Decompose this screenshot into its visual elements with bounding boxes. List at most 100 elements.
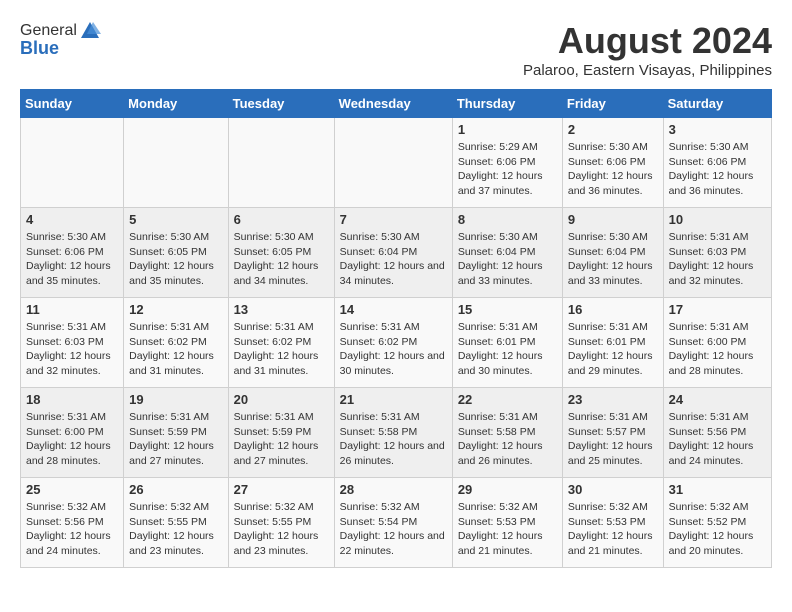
day-of-week-header: Wednesday xyxy=(334,90,452,118)
day-of-week-header: Tuesday xyxy=(228,90,334,118)
calendar-day-cell: 18 Sunrise: 5:31 AMSunset: 6:00 PMDaylig… xyxy=(21,388,124,478)
calendar-day-cell: 7 Sunrise: 5:30 AMSunset: 6:04 PMDayligh… xyxy=(334,208,452,298)
day-of-week-header: Thursday xyxy=(452,90,562,118)
day-info: Sunrise: 5:30 AMSunset: 6:04 PMDaylight:… xyxy=(568,230,658,289)
calendar-day-cell: 31 Sunrise: 5:32 AMSunset: 5:52 PMDaylig… xyxy=(663,478,771,568)
day-info: Sunrise: 5:30 AMSunset: 6:04 PMDaylight:… xyxy=(340,230,447,289)
calendar-day-cell: 22 Sunrise: 5:31 AMSunset: 5:58 PMDaylig… xyxy=(452,388,562,478)
day-number: 21 xyxy=(340,392,447,407)
calendar-table: SundayMondayTuesdayWednesdayThursdayFrid… xyxy=(20,89,772,568)
calendar-day-cell: 9 Sunrise: 5:30 AMSunset: 6:04 PMDayligh… xyxy=(562,208,663,298)
day-info: Sunrise: 5:31 AMSunset: 5:58 PMDaylight:… xyxy=(340,410,447,469)
day-info: Sunrise: 5:30 AMSunset: 6:05 PMDaylight:… xyxy=(234,230,329,289)
calendar-day-cell xyxy=(124,118,228,208)
day-number: 23 xyxy=(568,392,658,407)
day-number: 7 xyxy=(340,212,447,227)
calendar-day-cell: 27 Sunrise: 5:32 AMSunset: 5:55 PMDaylig… xyxy=(228,478,334,568)
calendar-week-row: 18 Sunrise: 5:31 AMSunset: 6:00 PMDaylig… xyxy=(21,388,772,478)
day-number: 11 xyxy=(26,302,118,317)
day-number: 5 xyxy=(129,212,222,227)
day-of-week-header: Sunday xyxy=(21,90,124,118)
logo: General Blue xyxy=(20,20,101,59)
day-number: 9 xyxy=(568,212,658,227)
calendar-day-cell: 20 Sunrise: 5:31 AMSunset: 5:59 PMDaylig… xyxy=(228,388,334,478)
day-info: Sunrise: 5:31 AMSunset: 6:00 PMDaylight:… xyxy=(669,320,766,379)
day-number: 10 xyxy=(669,212,766,227)
day-info: Sunrise: 5:31 AMSunset: 6:02 PMDaylight:… xyxy=(129,320,222,379)
title-area: August 2024 Palaroo, Eastern Visayas, Ph… xyxy=(523,20,772,79)
calendar-day-cell: 4 Sunrise: 5:30 AMSunset: 6:06 PMDayligh… xyxy=(21,208,124,298)
day-number: 3 xyxy=(669,122,766,137)
calendar-day-cell: 1 Sunrise: 5:29 AMSunset: 6:06 PMDayligh… xyxy=(452,118,562,208)
calendar-week-row: 25 Sunrise: 5:32 AMSunset: 5:56 PMDaylig… xyxy=(21,478,772,568)
day-of-week-header: Friday xyxy=(562,90,663,118)
day-number: 25 xyxy=(26,482,118,497)
day-number: 12 xyxy=(129,302,222,317)
calendar-day-cell: 21 Sunrise: 5:31 AMSunset: 5:58 PMDaylig… xyxy=(334,388,452,478)
day-number: 20 xyxy=(234,392,329,407)
day-number: 26 xyxy=(129,482,222,497)
day-info: Sunrise: 5:31 AMSunset: 5:58 PMDaylight:… xyxy=(458,410,557,469)
day-number: 6 xyxy=(234,212,329,227)
day-info: Sunrise: 5:31 AMSunset: 6:00 PMDaylight:… xyxy=(26,410,118,469)
calendar-week-row: 11 Sunrise: 5:31 AMSunset: 6:03 PMDaylig… xyxy=(21,298,772,388)
calendar-day-cell: 2 Sunrise: 5:30 AMSunset: 6:06 PMDayligh… xyxy=(562,118,663,208)
calendar-header-row: SundayMondayTuesdayWednesdayThursdayFrid… xyxy=(21,90,772,118)
day-info: Sunrise: 5:30 AMSunset: 6:06 PMDaylight:… xyxy=(669,140,766,199)
day-info: Sunrise: 5:31 AMSunset: 6:02 PMDaylight:… xyxy=(340,320,447,379)
calendar-day-cell xyxy=(21,118,124,208)
calendar-day-cell: 3 Sunrise: 5:30 AMSunset: 6:06 PMDayligh… xyxy=(663,118,771,208)
day-number: 31 xyxy=(669,482,766,497)
calendar-day-cell: 30 Sunrise: 5:32 AMSunset: 5:53 PMDaylig… xyxy=(562,478,663,568)
day-info: Sunrise: 5:32 AMSunset: 5:53 PMDaylight:… xyxy=(458,500,557,559)
calendar-day-cell: 16 Sunrise: 5:31 AMSunset: 6:01 PMDaylig… xyxy=(562,298,663,388)
day-of-week-header: Saturday xyxy=(663,90,771,118)
header: General Blue August 2024 Palaroo, Easter… xyxy=(20,20,772,79)
day-of-week-header: Monday xyxy=(124,90,228,118)
day-info: Sunrise: 5:30 AMSunset: 6:06 PMDaylight:… xyxy=(26,230,118,289)
day-number: 19 xyxy=(129,392,222,407)
day-info: Sunrise: 5:31 AMSunset: 5:57 PMDaylight:… xyxy=(568,410,658,469)
calendar-day-cell: 26 Sunrise: 5:32 AMSunset: 5:55 PMDaylig… xyxy=(124,478,228,568)
calendar-week-row: 1 Sunrise: 5:29 AMSunset: 6:06 PMDayligh… xyxy=(21,118,772,208)
calendar-day-cell: 24 Sunrise: 5:31 AMSunset: 5:56 PMDaylig… xyxy=(663,388,771,478)
logo-icon xyxy=(79,20,101,42)
day-info: Sunrise: 5:32 AMSunset: 5:56 PMDaylight:… xyxy=(26,500,118,559)
day-number: 28 xyxy=(340,482,447,497)
day-number: 29 xyxy=(458,482,557,497)
calendar-day-cell xyxy=(334,118,452,208)
day-info: Sunrise: 5:31 AMSunset: 5:59 PMDaylight:… xyxy=(129,410,222,469)
calendar-day-cell: 28 Sunrise: 5:32 AMSunset: 5:54 PMDaylig… xyxy=(334,478,452,568)
calendar-day-cell xyxy=(228,118,334,208)
day-info: Sunrise: 5:31 AMSunset: 6:03 PMDaylight:… xyxy=(26,320,118,379)
day-info: Sunrise: 5:31 AMSunset: 6:02 PMDaylight:… xyxy=(234,320,329,379)
calendar-day-cell: 17 Sunrise: 5:31 AMSunset: 6:00 PMDaylig… xyxy=(663,298,771,388)
day-info: Sunrise: 5:31 AMSunset: 5:56 PMDaylight:… xyxy=(669,410,766,469)
day-info: Sunrise: 5:31 AMSunset: 6:01 PMDaylight:… xyxy=(568,320,658,379)
day-info: Sunrise: 5:29 AMSunset: 6:06 PMDaylight:… xyxy=(458,140,557,199)
day-number: 18 xyxy=(26,392,118,407)
calendar-day-cell: 13 Sunrise: 5:31 AMSunset: 6:02 PMDaylig… xyxy=(228,298,334,388)
day-number: 30 xyxy=(568,482,658,497)
day-number: 15 xyxy=(458,302,557,317)
day-number: 13 xyxy=(234,302,329,317)
day-number: 1 xyxy=(458,122,557,137)
day-info: Sunrise: 5:32 AMSunset: 5:54 PMDaylight:… xyxy=(340,500,447,559)
calendar-day-cell: 8 Sunrise: 5:30 AMSunset: 6:04 PMDayligh… xyxy=(452,208,562,298)
day-info: Sunrise: 5:32 AMSunset: 5:52 PMDaylight:… xyxy=(669,500,766,559)
day-number: 2 xyxy=(568,122,658,137)
calendar-day-cell: 11 Sunrise: 5:31 AMSunset: 6:03 PMDaylig… xyxy=(21,298,124,388)
day-number: 4 xyxy=(26,212,118,227)
logo-blue-text: Blue xyxy=(20,38,59,59)
calendar-day-cell: 19 Sunrise: 5:31 AMSunset: 5:59 PMDaylig… xyxy=(124,388,228,478)
day-number: 14 xyxy=(340,302,447,317)
day-number: 8 xyxy=(458,212,557,227)
calendar-day-cell: 6 Sunrise: 5:30 AMSunset: 6:05 PMDayligh… xyxy=(228,208,334,298)
day-number: 16 xyxy=(568,302,658,317)
calendar-week-row: 4 Sunrise: 5:30 AMSunset: 6:06 PMDayligh… xyxy=(21,208,772,298)
day-number: 22 xyxy=(458,392,557,407)
day-info: Sunrise: 5:30 AMSunset: 6:06 PMDaylight:… xyxy=(568,140,658,199)
day-info: Sunrise: 5:31 AMSunset: 5:59 PMDaylight:… xyxy=(234,410,329,469)
day-number: 24 xyxy=(669,392,766,407)
calendar-day-cell: 29 Sunrise: 5:32 AMSunset: 5:53 PMDaylig… xyxy=(452,478,562,568)
